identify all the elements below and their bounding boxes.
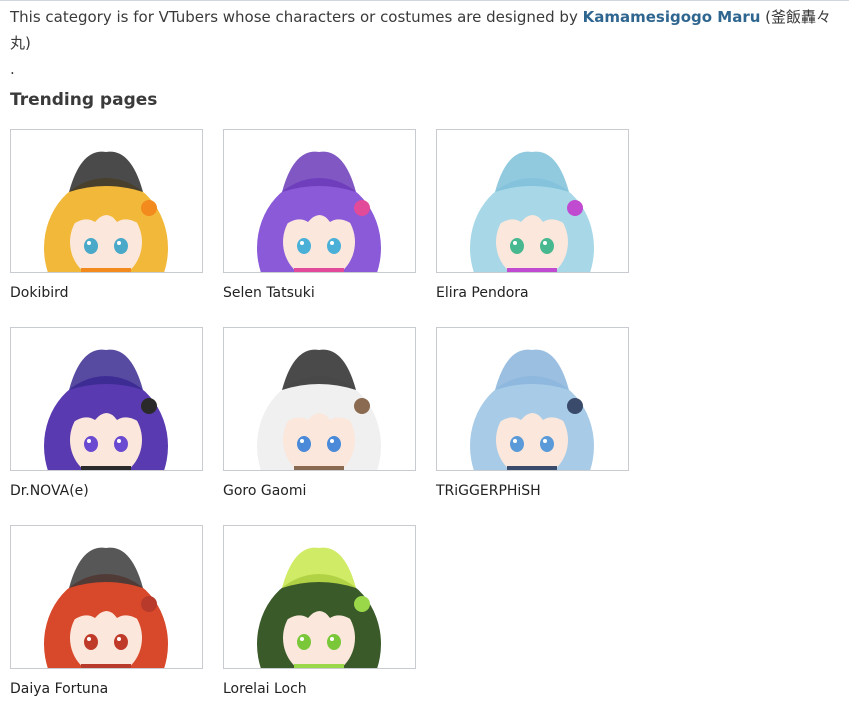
character-thumbnail[interactable] (10, 327, 203, 471)
character-name-link[interactable]: Dokibird (10, 285, 69, 301)
character-name-link[interactable]: Goro Gaomi (223, 483, 306, 499)
character-name-link[interactable]: Dr.NOVA(e) (10, 483, 89, 499)
category-description: This category is for VTubers whose chara… (10, 4, 840, 82)
trending-card[interactable]: Goro Gaomi (223, 327, 416, 499)
character-name-link[interactable]: Selen Tatsuki (223, 285, 315, 301)
trending-card[interactable]: Daiya Fortuna (10, 525, 203, 697)
trending-card[interactable]: Dr.NOVA(e) (10, 327, 203, 499)
trending-card[interactable]: Lorelai Loch (223, 525, 416, 697)
character-name-link[interactable]: Lorelai Loch (223, 681, 307, 697)
trending-card[interactable]: Dokibird (10, 129, 203, 301)
character-thumbnail[interactable] (436, 129, 629, 273)
designer-link[interactable]: Kamamesigogo Maru (583, 8, 761, 26)
trending-card[interactable]: Elira Pendora (436, 129, 629, 301)
character-thumbnail[interactable] (223, 525, 416, 669)
top-divider (0, 0, 849, 1)
trending-pages-heading: Trending pages (10, 90, 158, 110)
character-name-link[interactable]: TRiGGERPHiSH (436, 483, 541, 499)
description-trailing-period: . (10, 60, 15, 78)
character-name-link[interactable]: Elira Pendora (436, 285, 529, 301)
character-thumbnail[interactable] (10, 525, 203, 669)
character-thumbnail[interactable] (436, 327, 629, 471)
character-thumbnail[interactable] (10, 129, 203, 273)
character-thumbnail[interactable] (223, 129, 416, 273)
description-text: This category is for VTubers whose chara… (10, 8, 583, 26)
character-thumbnail[interactable] (223, 327, 416, 471)
character-name-link[interactable]: Daiya Fortuna (10, 681, 108, 697)
trending-card[interactable]: TRiGGERPHiSH (436, 327, 629, 499)
trending-card[interactable]: Selen Tatsuki (223, 129, 416, 301)
